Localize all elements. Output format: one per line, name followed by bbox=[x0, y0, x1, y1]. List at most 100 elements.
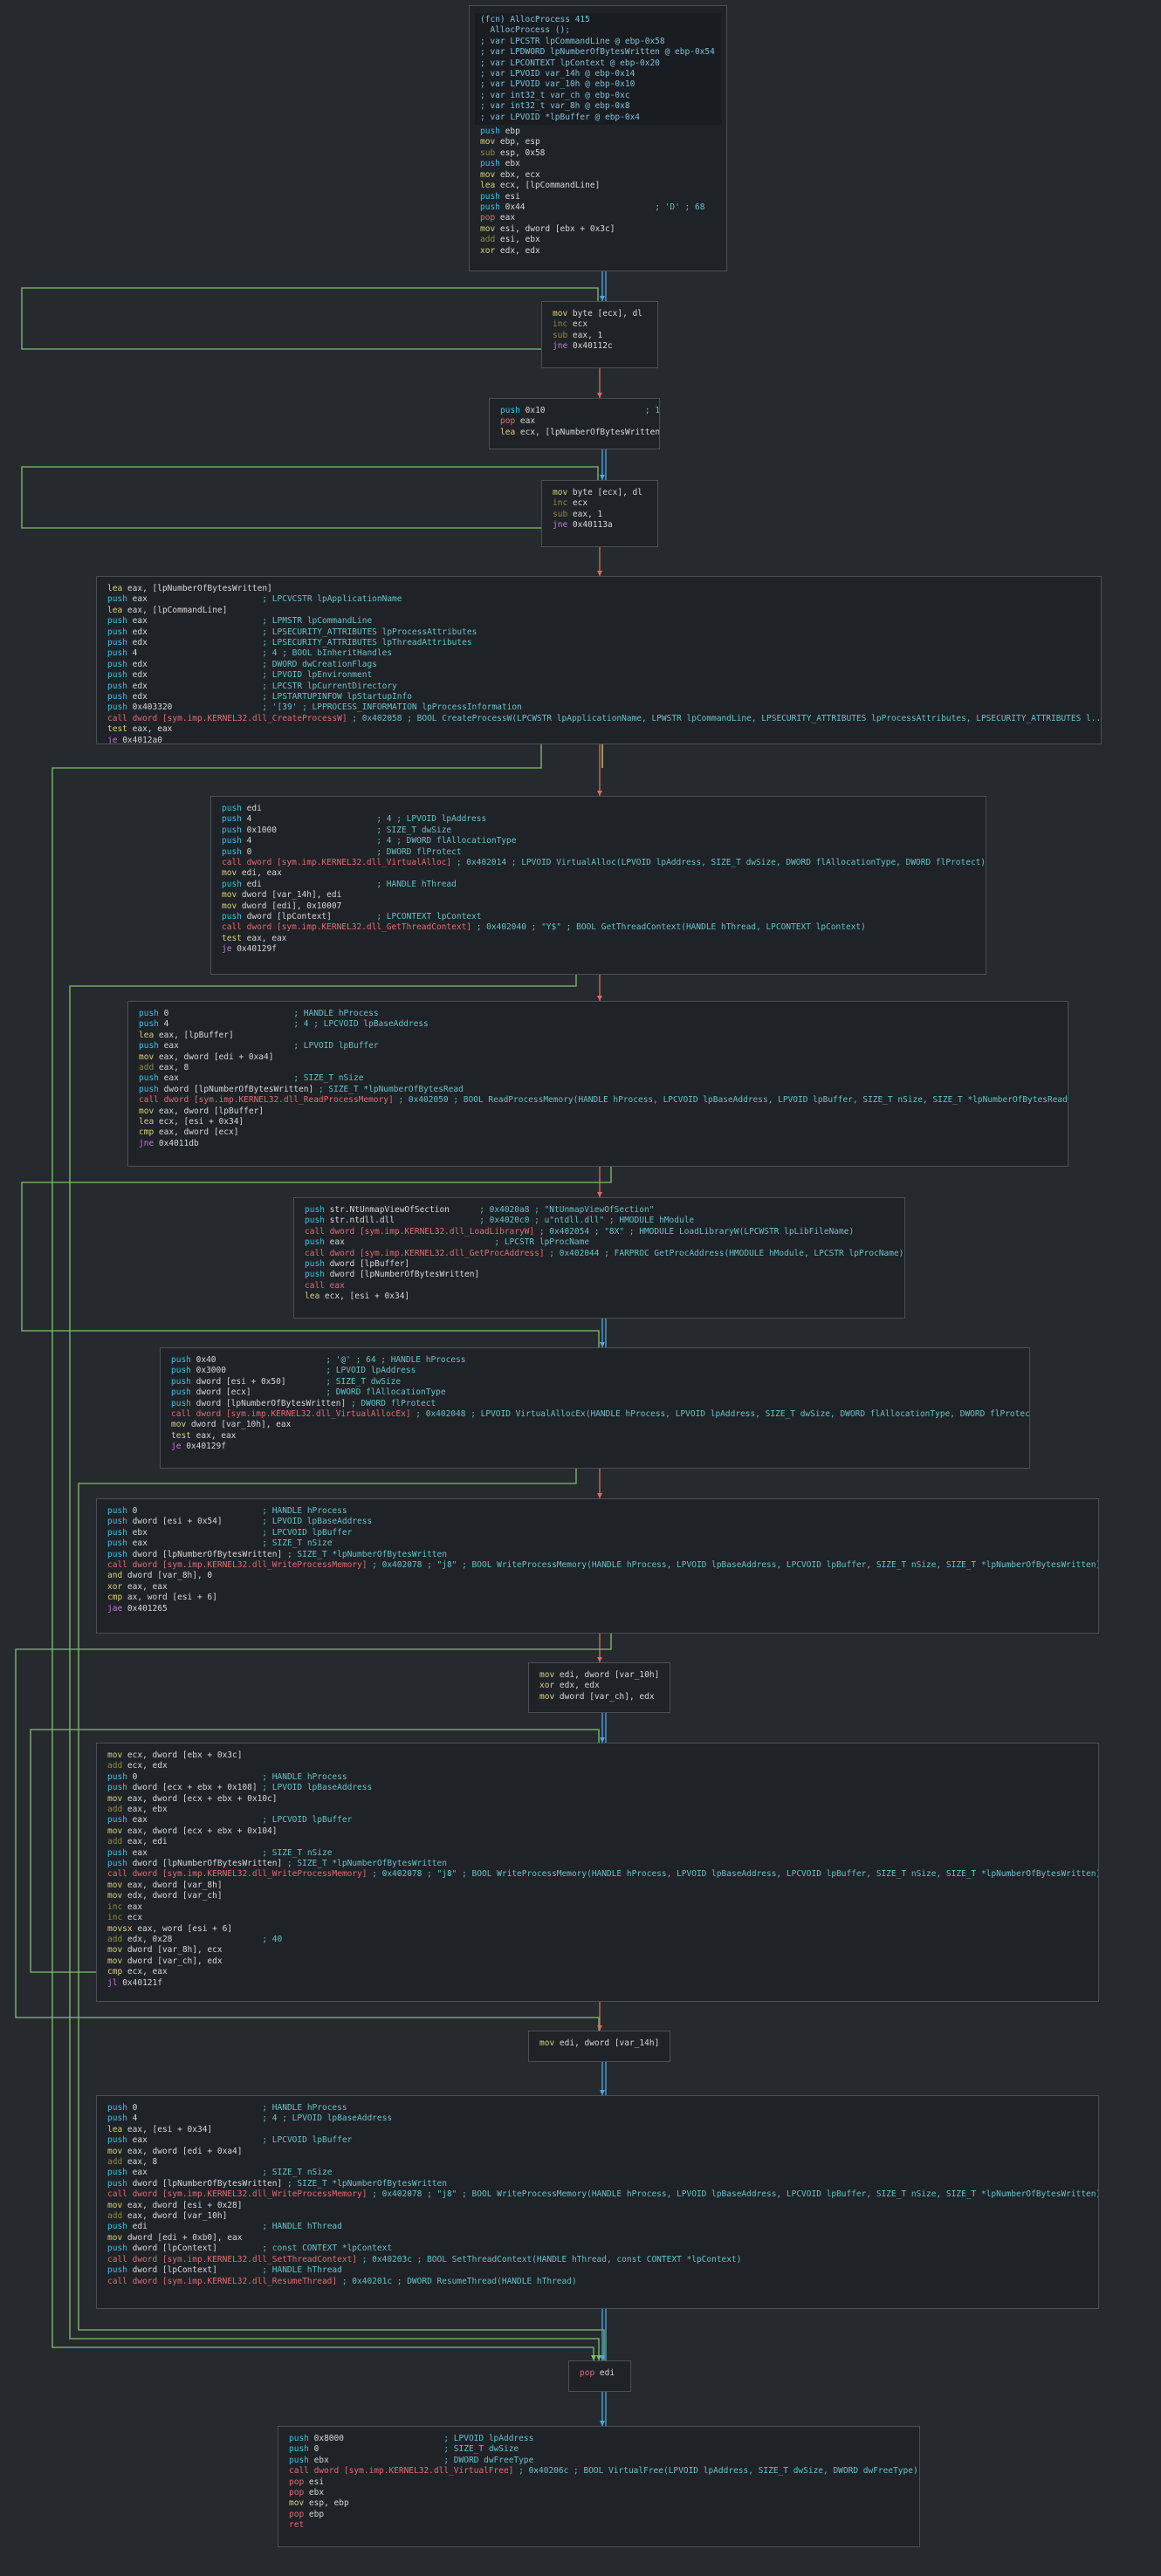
asm-line[interactable]: add eax, dword [var_10h] bbox=[107, 2211, 1088, 2222]
asm-line[interactable]: mov dword [var_ch], edx bbox=[107, 1956, 1088, 1967]
asm-line[interactable]: push 0 ; HANDLE hProcess bbox=[139, 1009, 1057, 1019]
asm-line[interactable]: push eax ; LPCVOID lpBuffer bbox=[107, 1815, 1088, 1826]
basic-block-b15[interactable]: push 0x8000 ; LPVOID lpAddress push 0 ; S… bbox=[278, 2426, 920, 2547]
asm-line[interactable]: push dword [lpNumberOfBytesWritten] ; DW… bbox=[171, 1399, 1019, 1409]
basic-block-b6[interactable]: push 0 ; HANDLE hProcess push 4 ; 4 ; LPC… bbox=[127, 1001, 1068, 1167]
asm-line[interactable]: xor edx, edx bbox=[539, 1681, 659, 1691]
asm-line[interactable]: mov ebx, ecx bbox=[480, 170, 716, 181]
header-line[interactable]: ; var int32_t var_8h @ ebp-0x8 bbox=[480, 101, 716, 112]
asm-line[interactable]: and dword [var_8h], 0 bbox=[107, 1571, 1088, 1581]
asm-line[interactable]: call dword [sym.imp.KERNEL32.dll_Virtual… bbox=[289, 2466, 918, 2477]
asm-line[interactable]: push dword [esi + 0x50] ; SIZE_T dwSize bbox=[171, 1377, 1019, 1387]
asm-line[interactable]: sub eax, 1 bbox=[553, 331, 647, 341]
asm-line[interactable]: mov edi, eax bbox=[222, 868, 975, 879]
asm-line[interactable]: lea eax, [lpCommandLine] bbox=[107, 606, 1090, 616]
asm-line[interactable]: push edx ; LPSTARTUPINFOW lpStartupInfo bbox=[107, 692, 1090, 702]
asm-line[interactable]: mov byte [ecx], dl bbox=[553, 309, 647, 319]
asm-line[interactable]: mov dword [var_14h], edi bbox=[222, 890, 975, 901]
asm-line[interactable]: push edx ; DWORD dwCreationFlags bbox=[107, 660, 1090, 670]
asm-line[interactable]: lea ecx, [lpNumberOfBytesWritten] bbox=[500, 428, 659, 438]
asm-line[interactable]: call dword [sym.imp.KERNEL32.dll_SetThre… bbox=[107, 2255, 1088, 2265]
asm-line[interactable]: push dword [lpContext] ; LPCONTEXT lpCon… bbox=[222, 912, 975, 922]
asm-line[interactable]: test eax, eax bbox=[222, 934, 975, 944]
asm-line[interactable]: lea eax, [esi + 0x34] bbox=[107, 2125, 1088, 2135]
asm-line[interactable]: push dword [lpNumberOfBytesWritten] ; SI… bbox=[107, 2179, 1088, 2189]
asm-line[interactable]: push edx ; LPSECURITY_ATTRIBUTES lpThrea… bbox=[107, 638, 1090, 648]
asm-line[interactable]: push dword [lpBuffer] bbox=[305, 1259, 894, 1270]
asm-line[interactable]: inc ecx bbox=[107, 1913, 1088, 1923]
asm-line[interactable]: push eax ; LPCVCSTR lpApplicationName bbox=[107, 594, 1090, 605]
asm-line[interactable]: inc ecx bbox=[553, 498, 647, 509]
asm-line[interactable]: pop ebp bbox=[289, 2510, 909, 2520]
asm-line[interactable]: push dword [lpContext] ; HANDLE hThread bbox=[107, 2265, 1088, 2276]
asm-line[interactable]: push eax ; LPMSTR lpCommandLine bbox=[107, 616, 1090, 627]
asm-line[interactable]: call dword [sym.imp.KERNEL32.dll_GetProc… bbox=[305, 1249, 903, 1259]
asm-line[interactable]: push dword [ecx] ; DWORD flAllocationTyp… bbox=[171, 1387, 1019, 1398]
asm-line[interactable]: push 4 ; 4 ; LPCVOID lpBaseAddress bbox=[139, 1019, 1057, 1030]
asm-line[interactable]: push dword [lpNumberOfBytesWritten] ; SI… bbox=[107, 1550, 1088, 1560]
header-line[interactable]: ; var LPVOID *lpBuffer @ ebp-0x4 bbox=[480, 113, 716, 123]
asm-line[interactable]: sub eax, 1 bbox=[553, 510, 647, 520]
asm-line[interactable]: mov eax, dword [edi + 0xa4] bbox=[139, 1052, 1057, 1063]
asm-line[interactable]: push 0 ; HANDLE hProcess bbox=[107, 2103, 1088, 2114]
asm-line[interactable]: cmp eax, dword [ecx] bbox=[139, 1127, 1057, 1138]
asm-line[interactable]: mov dword [var_10h], eax bbox=[171, 1420, 1019, 1430]
header-line[interactable]: AllocProcess (); bbox=[480, 25, 716, 36]
asm-line[interactable]: push 0 ; HANDLE hProcess bbox=[107, 1506, 1088, 1517]
asm-line[interactable]: pop eax bbox=[480, 213, 716, 223]
asm-line[interactable]: jne 0x40113a bbox=[553, 520, 647, 531]
asm-line[interactable]: push str.NtUnmapViewOfSection ; 0x4020a8… bbox=[305, 1205, 894, 1216]
asm-line[interactable]: call dword [sym.imp.KERNEL32.dll_Virtual… bbox=[171, 1409, 1029, 1420]
asm-line[interactable]: mov ebp, esp bbox=[480, 137, 716, 147]
asm-line[interactable]: add esi, ebx bbox=[480, 235, 716, 245]
asm-line[interactable]: je 0x4012a0 bbox=[107, 736, 1090, 743]
asm-line[interactable]: push esi bbox=[480, 192, 716, 202]
asm-line[interactable]: push ebx bbox=[480, 159, 716, 169]
asm-line[interactable]: push 0x3000 ; LPVOID lpAddress bbox=[171, 1366, 1019, 1376]
asm-line[interactable]: mov eax, dword [lpBuffer] bbox=[139, 1106, 1057, 1117]
asm-line[interactable]: test eax, eax bbox=[107, 724, 1090, 735]
asm-line[interactable]: inc eax bbox=[107, 1902, 1088, 1913]
asm-line[interactable]: push 4 ; 4 ; LPVOID lpAddress bbox=[222, 814, 975, 825]
asm-line[interactable]: push 0 ; DWORD flProtect bbox=[222, 847, 975, 858]
asm-line[interactable]: push eax ; LPCSTR lpProcName bbox=[305, 1237, 894, 1248]
asm-line[interactable]: add eax, ebx bbox=[107, 1805, 1088, 1815]
asm-line[interactable]: mov byte [ecx], dl bbox=[553, 488, 647, 498]
asm-line[interactable]: mov esp, ebp bbox=[289, 2498, 909, 2509]
asm-line[interactable]: push edx ; LPSECURITY_ATTRIBUTES lpProce… bbox=[107, 627, 1090, 638]
asm-line[interactable]: je 0x40129f bbox=[222, 944, 975, 955]
asm-line[interactable]: mov esi, dword [ebx + 0x3c] bbox=[480, 224, 716, 235]
asm-line[interactable]: mov edi, dword [var_14h] bbox=[539, 2038, 659, 2049]
basic-block-b9[interactable]: push 0 ; HANDLE hProcess push dword [esi … bbox=[96, 1498, 1099, 1634]
asm-line[interactable]: mov edx, dword [var_ch] bbox=[107, 1891, 1088, 1901]
asm-line[interactable]: mov ecx, dword [ebx + 0x3c] bbox=[107, 1750, 1088, 1761]
asm-line[interactable]: mov eax, dword [var_8h] bbox=[107, 1881, 1088, 1891]
asm-line[interactable]: pop ebx bbox=[289, 2488, 909, 2498]
asm-line[interactable]: mov dword [edi], 0x10007 bbox=[222, 901, 975, 912]
header-line[interactable]: ; var LPCONTEXT lpContext @ ebp-0x20 bbox=[480, 58, 716, 69]
asm-line[interactable]: push 0x40 ; '@' ; 64 ; HANDLE hProcess bbox=[171, 1355, 1019, 1366]
asm-line[interactable]: call eax bbox=[305, 1281, 894, 1291]
asm-line[interactable]: call dword [sym.imp.KERNEL32.dll_WritePr… bbox=[107, 2189, 1098, 2200]
asm-line[interactable]: call dword [sym.imp.KERNEL32.dll_ResumeT… bbox=[107, 2277, 1088, 2287]
asm-line[interactable]: call dword [sym.imp.KERNEL32.dll_GetThre… bbox=[222, 922, 975, 933]
asm-line[interactable]: add eax, edi bbox=[107, 1837, 1088, 1847]
asm-line[interactable]: call dword [sym.imp.KERNEL32.dll_WritePr… bbox=[107, 1560, 1098, 1571]
asm-line[interactable]: lea eax, [lpBuffer] bbox=[139, 1031, 1057, 1041]
header-line[interactable]: ; var LPVOID var_14h @ ebp-0x14 bbox=[480, 69, 716, 79]
basic-block-b5[interactable]: push edi push 4 ; 4 ; LPVOID lpAddress pus… bbox=[210, 796, 986, 975]
asm-line[interactable]: push 4 ; 4 ; BOOL bInheritHandles bbox=[107, 648, 1090, 659]
asm-line[interactable]: lea ecx, [lpCommandLine] bbox=[480, 181, 716, 191]
basic-block-b14[interactable]: pop edi bbox=[568, 2360, 631, 2392]
asm-line[interactable]: push edi bbox=[222, 804, 975, 814]
asm-line[interactable]: call dword [sym.imp.KERNEL32.dll_LoadLib… bbox=[305, 1227, 894, 1237]
asm-line[interactable]: push eax ; SIZE_T nSize bbox=[107, 1848, 1088, 1859]
basic-block-b3[interactable]: mov byte [ecx], dl inc ecx sub eax, 1 jne 0… bbox=[541, 480, 658, 547]
asm-line[interactable]: cmp ax, word [esi + 6] bbox=[107, 1593, 1088, 1603]
asm-line[interactable]: mov eax, dword [ecx + ebx + 0x10c] bbox=[107, 1794, 1088, 1805]
asm-line[interactable]: push dword [ecx + ebx + 0x108] ; LPVOID … bbox=[107, 1783, 1088, 1793]
asm-line[interactable]: push dword [lpContext] ; const CONTEXT *… bbox=[107, 2244, 1088, 2254]
basic-block-b4[interactable]: lea eax, [lpNumberOfBytesWritten] push ea… bbox=[96, 576, 1102, 744]
asm-line[interactable]: push 0 ; HANDLE hProcess bbox=[107, 1772, 1088, 1783]
asm-line[interactable]: push dword [esi + 0x54] ; LPVOID lpBaseA… bbox=[107, 1517, 1088, 1527]
